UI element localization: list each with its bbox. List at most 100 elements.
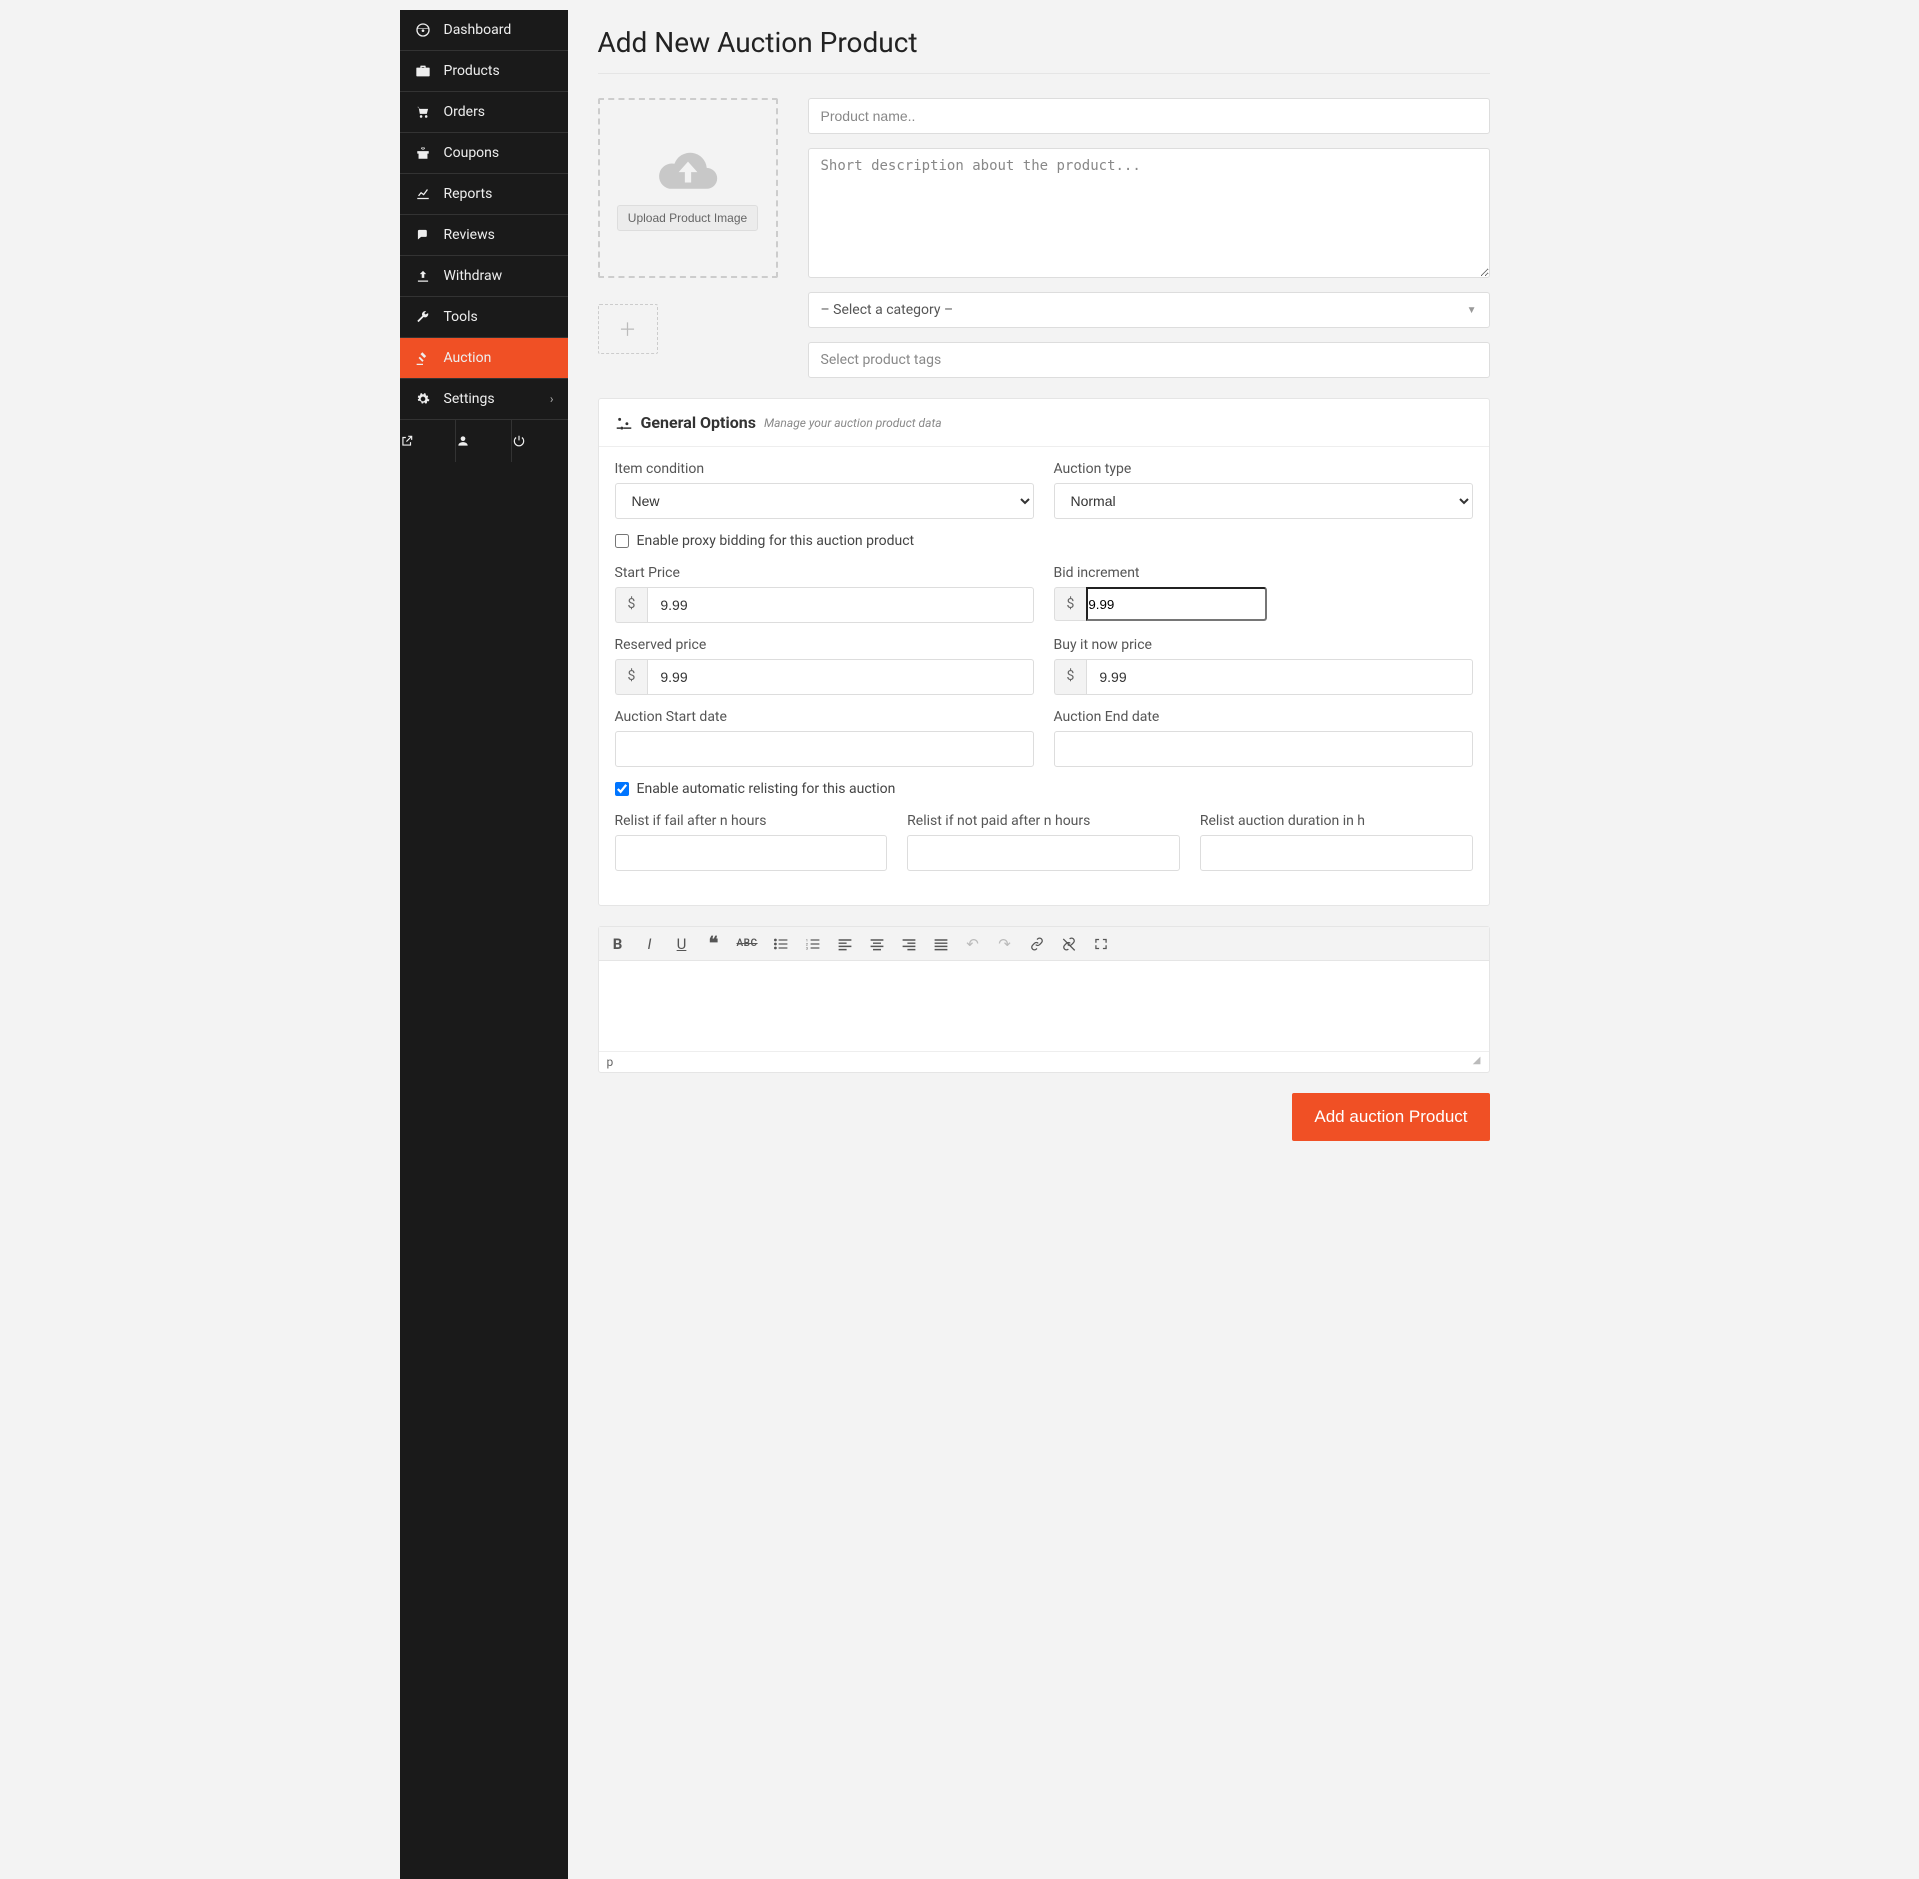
relist-fail-label: Relist if fail after n hours (615, 813, 888, 829)
wrench-icon (414, 310, 432, 324)
add-gallery-image-button[interactable]: ＋ (598, 304, 658, 354)
proxy-bidding-checkbox[interactable] (615, 534, 629, 548)
cloud-upload-icon (653, 145, 723, 195)
sidebar-item-label: Coupons (444, 145, 500, 161)
sidebar-item-dashboard[interactable]: Dashboard (400, 10, 568, 51)
end-date-label: Auction End date (1054, 709, 1473, 725)
item-condition-label: Item condition (615, 461, 1034, 477)
redo-button[interactable]: ↷ (996, 935, 1014, 953)
item-condition-select[interactable]: New (615, 483, 1034, 519)
panel-subtitle: Manage your auction product data (764, 416, 942, 430)
sidebar-footer (400, 420, 568, 462)
start-price-input[interactable] (647, 587, 1033, 623)
editor-toolbar: B I U ❝ ABC 123 (599, 927, 1489, 961)
upload-icon (414, 269, 432, 283)
sidebar-item-label: Withdraw (444, 268, 503, 284)
sidebar-item-label: Reports (444, 186, 493, 202)
sidebar-item-label: Reviews (444, 227, 495, 243)
relist-fail-input[interactable] (615, 835, 888, 871)
sidebar-item-label: Products (444, 63, 500, 79)
editor-resize-handle[interactable]: ◢ (1473, 1055, 1481, 1069)
product-name-input[interactable] (808, 98, 1490, 134)
currency-symbol: $ (615, 587, 648, 623)
bold-button[interactable]: B (609, 935, 627, 953)
external-link-button[interactable] (400, 420, 456, 462)
start-date-label: Auction Start date (615, 709, 1034, 725)
sidebar: Dashboard Products Orders Coupons (400, 10, 568, 1879)
currency-symbol: $ (1054, 659, 1087, 695)
auto-relist-checkbox[interactable] (615, 782, 629, 796)
sidebar-item-reports[interactable]: Reports (400, 174, 568, 215)
power-button[interactable] (512, 420, 567, 462)
align-left-button[interactable] (836, 937, 854, 951)
caret-down-icon: ▼ (1467, 305, 1477, 316)
category-select[interactable]: – Select a category – ▼ (808, 292, 1490, 328)
start-date-input[interactable] (615, 731, 1034, 767)
editor-status-path: p (607, 1055, 614, 1069)
main-content: Add New Auction Product Upload Product I… (568, 10, 1520, 1879)
undo-button[interactable]: ↶ (964, 935, 982, 953)
bid-increment-label: Bid increment (1054, 565, 1473, 581)
divider (598, 73, 1490, 74)
cart-icon (414, 105, 432, 119)
align-right-button[interactable] (900, 937, 918, 951)
align-justify-button[interactable] (932, 937, 950, 951)
dashboard-icon (414, 22, 432, 38)
short-description-textarea[interactable] (808, 148, 1490, 278)
relist-not-paid-label: Relist if not paid after n hours (907, 813, 1180, 829)
sliders-icon (615, 415, 633, 431)
gavel-icon (414, 351, 432, 365)
end-date-input[interactable] (1054, 731, 1473, 767)
fullscreen-button[interactable] (1092, 937, 1110, 951)
sidebar-item-label: Orders (444, 104, 486, 120)
sidebar-item-withdraw[interactable]: Withdraw (400, 256, 568, 297)
profile-button[interactable] (456, 420, 512, 462)
sidebar-item-tools[interactable]: Tools (400, 297, 568, 338)
gift-icon (414, 146, 432, 160)
align-center-button[interactable] (868, 937, 886, 951)
link-button[interactable] (1028, 937, 1046, 951)
sidebar-item-label: Tools (444, 309, 478, 325)
auto-relist-label: Enable automatic relisting for this auct… (637, 781, 896, 797)
sidebar-item-settings[interactable]: Settings › (400, 379, 568, 420)
blockquote-button[interactable]: ❝ (705, 933, 723, 954)
auction-type-select[interactable]: Normal (1054, 483, 1473, 519)
italic-button[interactable]: I (641, 935, 659, 953)
cog-icon (414, 392, 432, 406)
rich-text-editor: B I U ❝ ABC 123 (598, 926, 1490, 1073)
bullet-list-button[interactable] (772, 937, 790, 951)
proxy-bidding-label: Enable proxy bidding for this auction pr… (637, 533, 915, 549)
sidebar-item-orders[interactable]: Orders (400, 92, 568, 133)
relist-duration-input[interactable] (1200, 835, 1473, 871)
currency-symbol: $ (615, 659, 648, 695)
sidebar-item-label: Dashboard (444, 22, 512, 38)
currency-symbol: $ (1054, 587, 1087, 621)
briefcase-icon (414, 64, 432, 78)
buy-now-input[interactable] (1086, 659, 1472, 695)
reserved-price-input[interactable] (647, 659, 1033, 695)
underline-button[interactable]: U (673, 935, 691, 953)
sidebar-item-coupons[interactable]: Coupons (400, 133, 568, 174)
numbered-list-button[interactable]: 123 (804, 937, 822, 951)
tags-input[interactable]: Select product tags (808, 342, 1490, 378)
unlink-button[interactable] (1060, 937, 1078, 951)
upload-image-box[interactable]: Upload Product Image (598, 98, 778, 278)
add-auction-product-button[interactable]: Add auction Product (1292, 1093, 1489, 1141)
general-options-panel: General Options Manage your auction prod… (598, 398, 1490, 906)
page-title: Add New Auction Product (598, 26, 1490, 59)
plus-icon: ＋ (619, 316, 637, 342)
bid-increment-input[interactable] (1086, 587, 1267, 621)
reserved-price-label: Reserved price (615, 637, 1034, 653)
sidebar-item-products[interactable]: Products (400, 51, 568, 92)
tags-placeholder: Select product tags (821, 352, 942, 368)
buy-now-label: Buy it now price (1054, 637, 1473, 653)
strikethrough-button[interactable]: ABC (737, 938, 758, 949)
start-price-label: Start Price (615, 565, 1034, 581)
sidebar-item-label: Settings (444, 391, 495, 407)
relist-not-paid-input[interactable] (907, 835, 1180, 871)
category-placeholder: – Select a category – (821, 302, 954, 318)
sidebar-item-reviews[interactable]: Reviews (400, 215, 568, 256)
editor-content[interactable] (599, 961, 1489, 1051)
upload-image-button[interactable]: Upload Product Image (617, 205, 758, 231)
sidebar-item-auction[interactable]: Auction (400, 338, 568, 379)
